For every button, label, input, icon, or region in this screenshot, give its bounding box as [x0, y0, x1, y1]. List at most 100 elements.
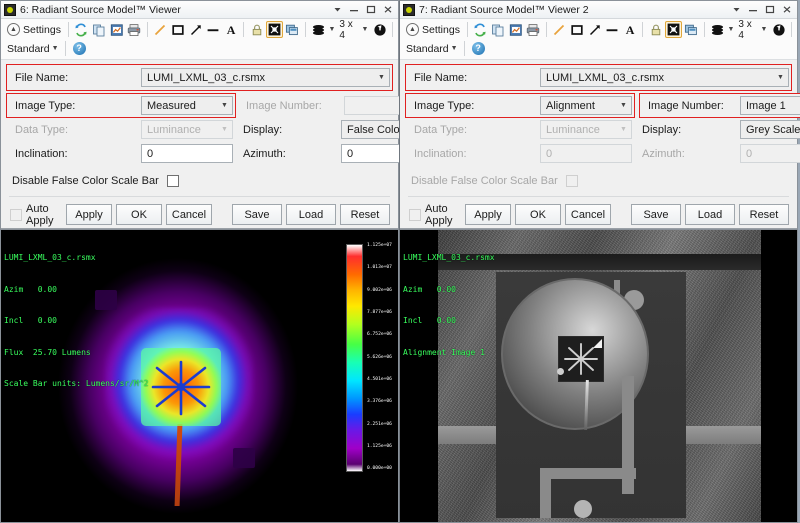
text-tool-icon[interactable]: A	[223, 21, 240, 38]
disable-scale-bar-checkbox[interactable]	[167, 175, 179, 187]
image-type-combobox[interactable]: Measured ▼	[141, 96, 233, 115]
image-type-label: Image Type:	[408, 100, 540, 112]
copy-icon[interactable]	[490, 21, 507, 38]
grid-dropdown-caret-icon[interactable]: ▼	[760, 26, 767, 33]
inclination-input[interactable]: 0	[141, 144, 233, 163]
auto-apply-checkbox[interactable]	[409, 209, 421, 221]
help-icon[interactable]: ?	[469, 40, 488, 57]
auto-apply-group[interactable]: Auto Apply	[409, 203, 460, 227]
load-button[interactable]: Load	[685, 204, 735, 225]
scale-bar-label: 6.752e+06	[367, 333, 392, 338]
standard-dropdown-caret-icon[interactable]: ▼	[451, 45, 458, 52]
die-star-pattern	[141, 348, 221, 426]
stack-icon[interactable]	[310, 21, 327, 38]
file-name-value: LUMI_LXML_03_c.rsmx	[546, 72, 664, 84]
image-number-combobox[interactable]: Image 1 ▼	[740, 96, 800, 115]
ok-button[interactable]: OK	[515, 204, 561, 225]
ok-button[interactable]: OK	[116, 204, 162, 225]
save-button[interactable]: Save	[232, 204, 282, 225]
image-type-combobox[interactable]: Alignment ▼	[540, 96, 632, 115]
reset-button[interactable]: Reset	[739, 204, 789, 225]
help-icon[interactable]: ?	[70, 40, 89, 57]
rotate-icon[interactable]	[770, 21, 787, 38]
stack-dropdown-caret-icon[interactable]: ▼	[328, 26, 335, 33]
refresh-icon[interactable]	[472, 21, 489, 38]
standard-preset-label[interactable]: Standard	[4, 43, 50, 55]
toolbar-separator	[147, 22, 148, 37]
azimuth-input: 0	[740, 144, 800, 163]
close-icon[interactable]	[779, 3, 795, 17]
rectangle-tool-icon[interactable]	[568, 21, 585, 38]
reset-button[interactable]: Reset	[340, 204, 390, 225]
chevron-down-icon[interactable]	[329, 3, 345, 17]
azimuth-label: Azimuth:	[237, 148, 341, 160]
maximize-icon[interactable]	[762, 3, 778, 17]
grid-dropdown-caret-icon[interactable]: ▼	[361, 26, 368, 33]
horizontal-line-tool-icon[interactable]	[205, 21, 222, 38]
standard-preset-label[interactable]: Standard	[403, 43, 449, 55]
arrow-tool-icon[interactable]	[586, 21, 603, 38]
grid-size-label[interactable]: 3 x 4	[737, 19, 758, 41]
chevron-down-icon: ▼	[217, 102, 232, 109]
led-package	[496, 272, 686, 518]
display-value: False Color	[347, 124, 403, 136]
save-chart-icon[interactable]	[507, 21, 524, 38]
cancel-button[interactable]: Cancel	[166, 204, 212, 225]
arrow-tool-icon[interactable]	[187, 21, 204, 38]
refresh-icon[interactable]	[73, 21, 90, 38]
grid-size-label[interactable]: 3 x 4	[338, 19, 359, 41]
disable-scale-bar-row: Disable False Color Scale Bar	[405, 170, 792, 191]
layers-icon[interactable]	[683, 21, 700, 38]
display-combobox[interactable]: Grey Scale ▼	[740, 120, 800, 139]
save-chart-icon[interactable]	[108, 21, 125, 38]
apply-button[interactable]: Apply	[66, 204, 112, 225]
fit-to-window-icon[interactable]	[266, 21, 283, 38]
print-icon[interactable]	[525, 21, 542, 38]
chevron-down-icon: ▼	[616, 126, 631, 133]
data-type-row: Data Type: Luminance ▼ Display: Grey Sca…	[405, 119, 792, 140]
stack-icon[interactable]	[709, 21, 726, 38]
overlay-line: LUMI_LXML_03_c.rsmx	[403, 253, 495, 264]
maximize-icon[interactable]	[363, 3, 379, 17]
chevron-down-icon: ▼	[773, 74, 788, 81]
text-tool-icon[interactable]: A	[622, 21, 639, 38]
fit-to-window-icon[interactable]	[665, 21, 682, 38]
minimize-icon[interactable]	[346, 3, 362, 17]
false-color-image-view[interactable]: LUMI_LXML_03_c.rsmx Azim 0.00 Incl 0.00 …	[1, 229, 398, 522]
apply-button[interactable]: Apply	[465, 204, 511, 225]
auto-apply-group[interactable]: Auto Apply	[10, 203, 61, 227]
load-button[interactable]: Load	[286, 204, 336, 225]
cancel-button[interactable]: Cancel	[565, 204, 611, 225]
copy-icon[interactable]	[91, 21, 108, 38]
file-name-combobox[interactable]: LUMI_LXML_03_c.rsmx ▼	[540, 68, 789, 87]
auto-apply-checkbox[interactable]	[10, 209, 22, 221]
data-type-label: Data Type:	[408, 124, 540, 136]
panel-divider	[408, 196, 789, 197]
chevron-down-icon[interactable]	[728, 3, 744, 17]
settings-toggle-button[interactable]: ▲ Settings	[403, 23, 463, 36]
grayscale-image-view[interactable]: LUMI_LXML_03_c.rsmx Azim 0.00 Incl 0.00 …	[400, 229, 797, 522]
file-name-combobox[interactable]: LUMI_LXML_03_c.rsmx ▼	[141, 68, 390, 87]
settings-panel-2: File Name: LUMI_LXML_03_c.rsmx ▼ Image T…	[400, 60, 797, 229]
lock-icon[interactable]	[647, 21, 664, 38]
toolbar-separator	[243, 22, 244, 37]
toolbar-separator	[642, 22, 643, 37]
horizontal-line-tool-icon[interactable]	[604, 21, 621, 38]
close-icon[interactable]	[380, 3, 396, 17]
overlay-line: Azim 0.00	[403, 285, 495, 296]
minimize-icon[interactable]	[745, 3, 761, 17]
data-type-value: Luminance	[546, 124, 600, 136]
toolbar-separator	[65, 41, 66, 56]
rectangle-tool-icon[interactable]	[169, 21, 186, 38]
save-button[interactable]: Save	[631, 204, 681, 225]
layers-icon[interactable]	[284, 21, 301, 38]
print-icon[interactable]	[126, 21, 143, 38]
stack-dropdown-caret-icon[interactable]: ▼	[727, 26, 734, 33]
line-tool-icon[interactable]	[551, 21, 568, 38]
standard-dropdown-caret-icon[interactable]: ▼	[52, 45, 59, 52]
display-value: Grey Scale	[746, 124, 800, 136]
line-tool-icon[interactable]	[152, 21, 169, 38]
rotate-icon[interactable]	[371, 21, 388, 38]
lock-icon[interactable]	[248, 21, 265, 38]
settings-toggle-button[interactable]: ▲ Settings	[4, 23, 64, 36]
